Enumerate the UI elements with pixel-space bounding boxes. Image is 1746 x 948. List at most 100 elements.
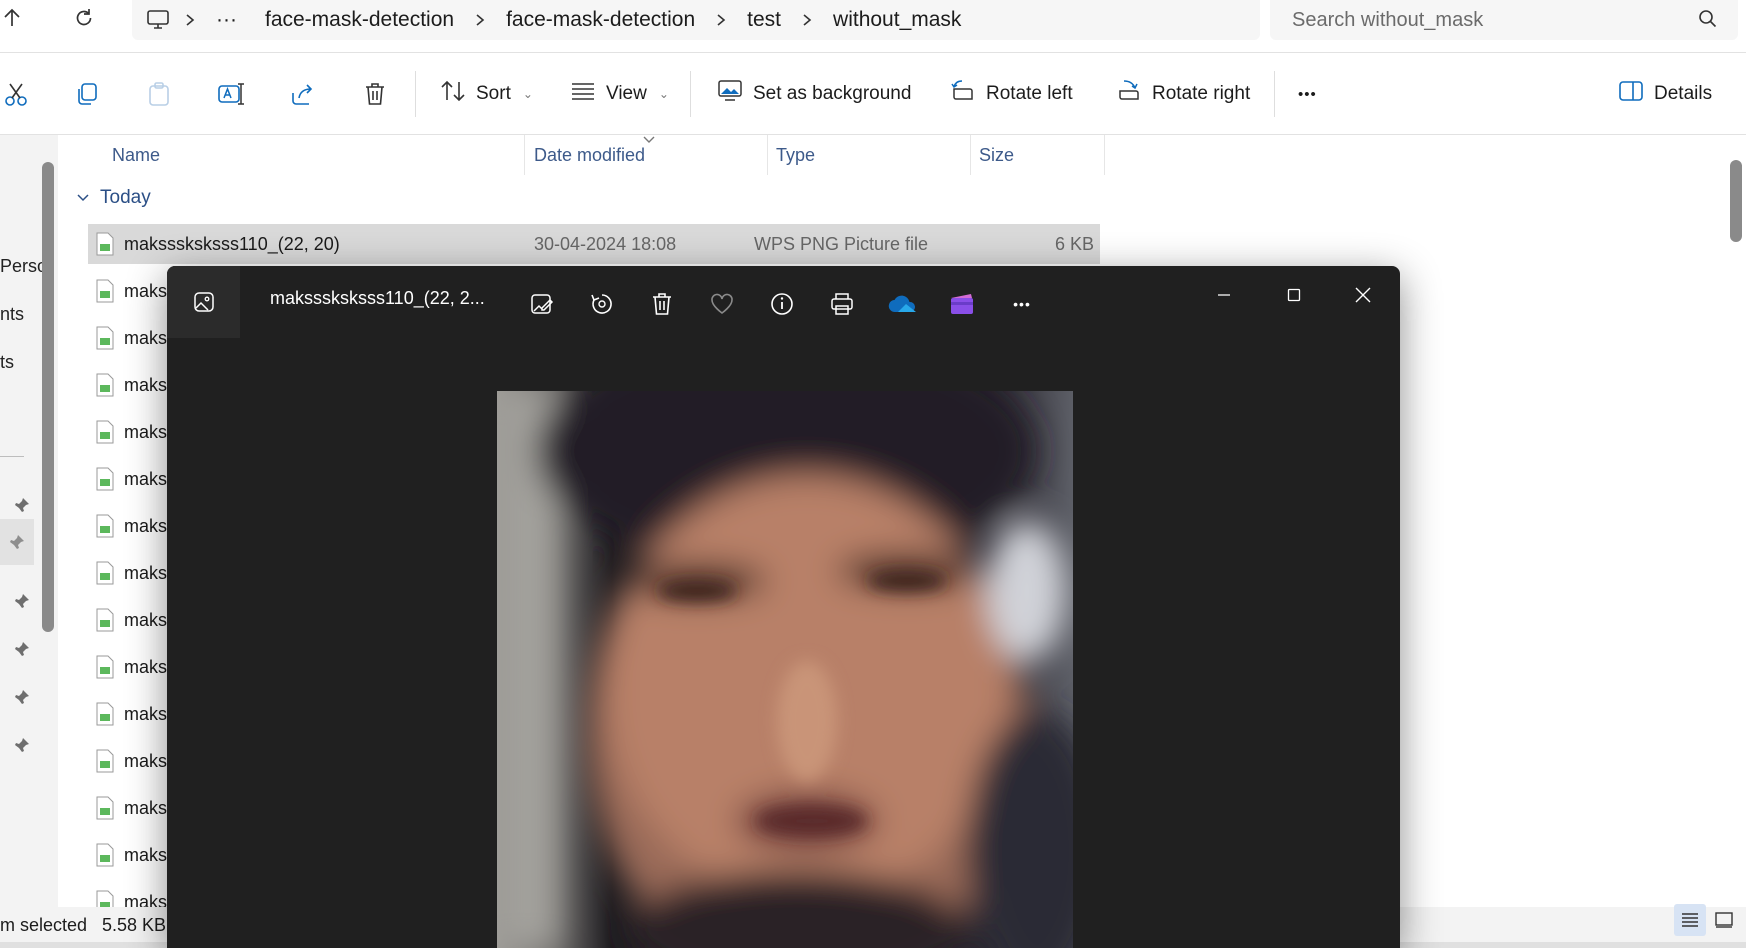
file-name: maks [124, 703, 168, 724]
png-file-icon [96, 843, 114, 867]
table-row-selected[interactable]: maksssksksss110_(22, 20) 30-04-2024 18:0… [88, 224, 1100, 264]
close-button[interactable] [1343, 278, 1383, 312]
rotate-left-button[interactable]: Rotate left [950, 75, 1073, 113]
gallery-button[interactable] [167, 266, 240, 338]
pin-icon [0, 519, 34, 565]
file-name: maks [124, 562, 168, 583]
details-button[interactable]: Details [1618, 75, 1712, 113]
set-as-background-button[interactable]: Set as background [717, 75, 911, 113]
displayed-photo [497, 391, 1073, 948]
details-view-toggle[interactable] [1674, 904, 1706, 936]
command-bar: Sort ⌄ View ⌄ Set as background Rotate l… [0, 53, 1746, 135]
rename-icon[interactable] [214, 77, 248, 111]
rotate-right-button[interactable]: Rotate right [1116, 75, 1250, 113]
file-name: maks [124, 797, 168, 818]
file-name: maks [124, 421, 168, 442]
breadcrumb-item-3[interactable]: test [733, 8, 795, 32]
breadcrumb-overflow[interactable]: ··· [202, 8, 251, 32]
chevron-right-icon[interactable] [178, 13, 202, 27]
chevron-right-icon[interactable] [468, 13, 492, 27]
print-icon[interactable] [825, 287, 859, 321]
this-pc-icon[interactable] [146, 9, 178, 31]
column-label: Type [776, 144, 816, 165]
delete-icon[interactable] [645, 287, 679, 321]
favorite-heart-icon[interactable] [705, 287, 739, 321]
minimize-button[interactable] [1204, 278, 1244, 312]
photos-viewer-window: maksssksksss110_(22, 2... ••• [167, 266, 1400, 948]
png-file-icon [96, 373, 114, 397]
viewer-more-button[interactable]: ••• [1005, 287, 1039, 321]
breadcrumb: ··· face-mask-detection face-mask-detect… [132, 0, 1260, 40]
breadcrumb-item-4[interactable]: without_mask [819, 8, 975, 32]
file-list-scrollbar[interactable] [1730, 160, 1742, 242]
breadcrumb-item-1[interactable]: face-mask-detection [251, 8, 468, 32]
chevron-right-icon[interactable] [709, 13, 733, 27]
search-placeholder: Search without_mask [1292, 8, 1484, 31]
divider [0, 456, 24, 457]
file-name: maks [124, 327, 168, 348]
file-name: maks [124, 750, 168, 771]
file-name: maks [124, 515, 168, 536]
info-icon[interactable] [765, 287, 799, 321]
file-name: maks [124, 374, 168, 395]
group-header-today[interactable]: Today [76, 187, 151, 209]
more-icon: ••• [1298, 85, 1317, 103]
chevron-down-icon [76, 187, 90, 209]
divider [1274, 71, 1275, 117]
file-name: maks [124, 844, 168, 865]
column-label: Date modified [534, 144, 646, 165]
nav-item-label[interactable]: ts [0, 352, 14, 373]
nav-item-label[interactable]: nts [0, 304, 24, 325]
column-header-date[interactable]: Date modified [534, 135, 645, 175]
tiles-view-toggle[interactable] [1708, 904, 1740, 936]
nav-item-label[interactable]: Perso [0, 256, 47, 277]
divider [690, 71, 691, 117]
png-file-icon [96, 232, 114, 256]
address-bar-row: ··· face-mask-detection face-mask-detect… [0, 0, 1746, 52]
paste-icon[interactable] [142, 77, 176, 111]
file-explorer-window: ··· face-mask-detection face-mask-detect… [0, 0, 1746, 948]
share-icon[interactable] [286, 77, 320, 111]
clipchamp-icon[interactable] [945, 287, 979, 321]
view-button[interactable]: View ⌄ [570, 75, 669, 113]
breadcrumb-item-2[interactable]: face-mask-detection [492, 8, 709, 32]
rotate-icon[interactable] [585, 287, 619, 321]
file-size: 6 KB [1054, 233, 1094, 254]
cut-icon[interactable] [0, 77, 34, 111]
minimize-icon [1218, 294, 1230, 296]
column-divider[interactable] [1104, 135, 1105, 175]
search-input[interactable]: Search without_mask [1270, 0, 1738, 40]
up-arrow-icon[interactable] [0, 2, 30, 34]
details-label: Details [1654, 83, 1713, 104]
refresh-icon[interactable] [66, 2, 102, 34]
onedrive-cloud-icon[interactable] [885, 287, 919, 321]
png-file-icon [96, 655, 114, 679]
pin-icon [12, 495, 32, 515]
maximize-button[interactable] [1274, 278, 1314, 312]
viewer-file-title: maksssksksss110_(22, 2... [270, 288, 485, 308]
column-divider[interactable] [970, 135, 971, 175]
png-file-icon [96, 702, 114, 726]
sort-button[interactable]: Sort ⌄ [440, 75, 533, 113]
group-label: Today [100, 187, 151, 208]
png-file-icon [96, 796, 114, 820]
rotate-right-label: Rotate right [1152, 83, 1251, 104]
column-header-size[interactable]: Size [979, 135, 1014, 175]
column-header-type[interactable]: Type [776, 135, 815, 175]
column-header-name[interactable]: Name [112, 135, 160, 175]
delete-icon[interactable] [358, 77, 392, 111]
column-divider[interactable] [524, 135, 525, 175]
png-file-icon [96, 749, 114, 773]
nav-scrollbar[interactable] [42, 162, 54, 632]
maximize-icon [1287, 288, 1301, 302]
more-options-button[interactable]: ••• [1298, 75, 1317, 113]
copy-icon[interactable] [70, 77, 104, 111]
chevron-right-icon[interactable] [795, 13, 819, 27]
selection-size: 5.58 KB [102, 915, 167, 935]
edit-image-icon[interactable] [525, 287, 559, 321]
png-file-icon [96, 608, 114, 632]
png-file-icon [96, 467, 114, 491]
file-name: maks [124, 280, 168, 301]
file-name: maksssksksss110_(22, 20) [124, 233, 340, 254]
column-divider[interactable] [767, 135, 768, 175]
